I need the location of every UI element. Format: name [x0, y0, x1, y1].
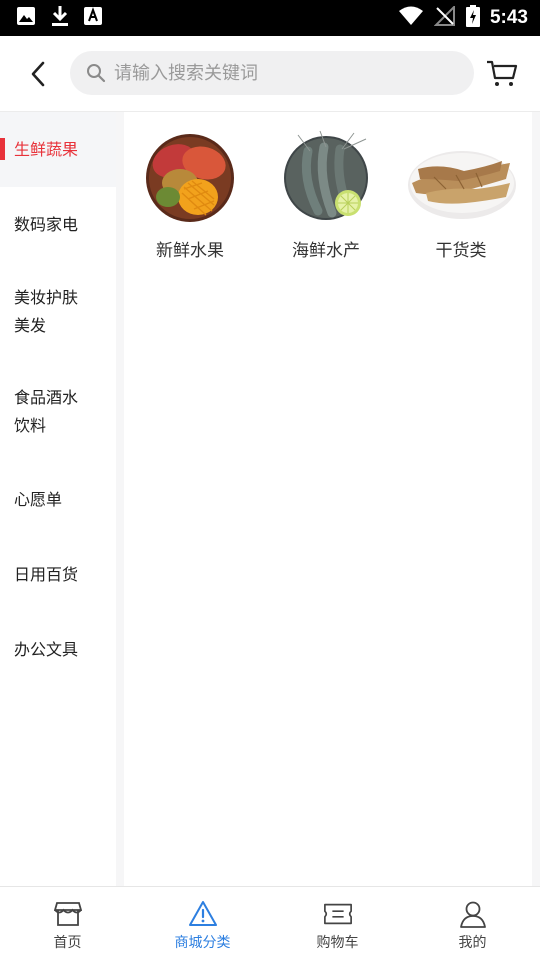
sidebar-item-stationery[interactable]: 办公文具 [0, 612, 116, 687]
image-icon [16, 6, 36, 30]
sidebar-item-label: 日用百货 [14, 564, 79, 584]
subcategory-label: 干货类 [435, 241, 487, 261]
chevron-left-icon [31, 61, 45, 87]
subcategory-panel: 新鲜水果 海鲜水产 干货类 [124, 112, 532, 886]
subcategory-label: 海鲜水产 [292, 241, 360, 261]
sidebar-item-label: 食品酒水饮料 [14, 388, 79, 435]
tab-cart[interactable]: 购物车 [270, 887, 405, 960]
user-icon [458, 899, 488, 929]
tab-categories[interactable]: 商城分类 [135, 887, 270, 960]
battery-charging-icon [465, 5, 480, 31]
sidebar-item-label: 心愿单 [14, 489, 63, 509]
header [0, 36, 540, 112]
shopping-cart-icon [487, 60, 518, 86]
subcategory-dried-goods[interactable]: 干货类 [406, 128, 516, 261]
sidebar-item-label: 生鲜蔬果 [14, 139, 79, 159]
sidebar-item-daily-goods[interactable]: 日用百货 [0, 537, 116, 612]
sidebar-item-digital[interactable]: 数码家电 [0, 187, 116, 262]
subcategory-fruit[interactable]: 新鲜水果 [135, 128, 245, 261]
sidebar-item-beauty[interactable]: 美妆护肤美发 [0, 262, 116, 362]
tab-profile[interactable]: 我的 [405, 887, 540, 960]
wifi-icon [398, 6, 424, 30]
search-input[interactable] [114, 62, 454, 84]
no-signal-icon [433, 4, 456, 30]
tab-label: 商城分类 [174, 935, 231, 951]
tab-label: 我的 [458, 935, 487, 951]
ticket-icon [323, 899, 353, 929]
tab-label: 购物车 [316, 935, 359, 951]
sidebar-item-food-drinks[interactable]: 食品酒水饮料 [0, 362, 116, 462]
shrimp-image [280, 128, 372, 228]
dried-fish-image [406, 128, 518, 228]
clock: 5:43 [489, 7, 528, 28]
search-bar[interactable] [70, 51, 474, 95]
sidebar-item-fresh[interactable]: 生鲜蔬果 [0, 112, 116, 187]
sidebar-item-label: 美妆护肤美发 [14, 288, 79, 335]
back-button[interactable] [18, 54, 58, 94]
cart-button[interactable] [484, 56, 520, 92]
sidebar-item-label: 数码家电 [14, 214, 79, 234]
app-a-icon [84, 7, 102, 29]
triangle-warning-icon [188, 899, 218, 929]
status-bar: 5:43 [0, 0, 540, 36]
store-icon [53, 899, 83, 929]
subcategory-seafood[interactable]: 海鲜水产 [271, 128, 381, 261]
sidebar-item-label: 办公文具 [14, 639, 79, 659]
status-system: 5:43 [398, 4, 528, 31]
subcategory-label: 新鲜水果 [156, 241, 224, 261]
category-sidebar: 生鲜蔬果 数码家电 美妆护肤美发 食品酒水饮料 心愿单 日用百货 办公文具 [0, 112, 116, 886]
tab-label: 首页 [53, 935, 82, 951]
search-icon [86, 62, 108, 84]
download-icon [50, 5, 70, 31]
status-notifications [16, 6, 102, 30]
sidebar-item-wishlist[interactable]: 心愿单 [0, 462, 116, 537]
mango-image [144, 128, 236, 228]
bottom-tab-bar: 首页 商城分类 购物车 我的 [0, 886, 540, 960]
tab-home[interactable]: 首页 [0, 887, 135, 960]
